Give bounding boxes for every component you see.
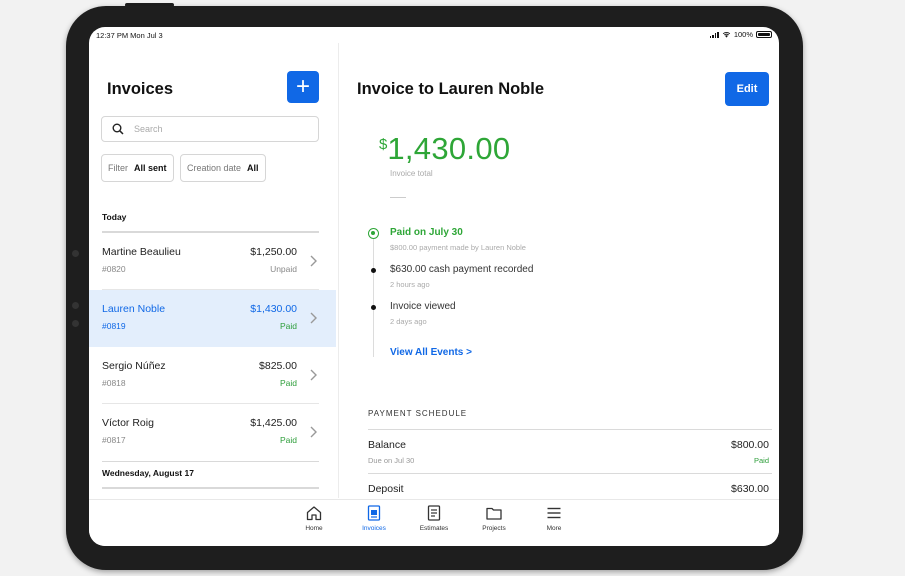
invoice-status: Paid xyxy=(279,321,297,331)
invoice-row[interactable]: Sergio Núñez #0818 $825.00 Paid xyxy=(89,347,336,404)
status-right: 100% xyxy=(709,30,772,39)
add-invoice-button[interactable]: + xyxy=(287,71,319,103)
battery-icon xyxy=(756,31,772,38)
invoice-status: Paid xyxy=(279,378,297,388)
timeline-event-title: $630.00 cash payment recorded xyxy=(390,264,534,275)
tab-label: Home xyxy=(305,525,323,532)
timeline-event-subtitle: 2 hours ago xyxy=(390,280,430,289)
estimate-icon xyxy=(427,505,441,521)
home-icon xyxy=(306,506,322,521)
filter-key: Creation date xyxy=(187,163,242,173)
status-bar: 12:37 PM Mon Jul 3 100% xyxy=(89,27,779,43)
invoice-detail-title: Invoice to Lauren Noble xyxy=(357,80,545,98)
invoice-amount: $1,430.00 xyxy=(250,303,297,315)
app-screen: 12:37 PM Mon Jul 3 100% Invoices + Filte… xyxy=(89,27,779,546)
tab-projects[interactable]: Projects xyxy=(472,504,516,532)
battery-percent: 100% xyxy=(733,30,753,39)
invoice-client-name: Sergio Núñez xyxy=(102,360,166,372)
signal-icon xyxy=(709,31,719,38)
tab-label: Estimates xyxy=(419,525,449,532)
tab-label: Projects xyxy=(482,525,506,532)
invoice-row-selected[interactable]: Lauren Noble #0819 $1,430.00 Paid xyxy=(89,290,336,347)
invoice-number: #0818 xyxy=(102,378,126,388)
invoice-icon xyxy=(367,505,381,521)
invoice-amount: $825.00 xyxy=(259,360,297,372)
invoice-total-label: Invoice total xyxy=(390,169,433,178)
invoice-number: #0817 xyxy=(102,435,126,445)
view-all-events-link[interactable]: View All Events > xyxy=(390,347,472,358)
payment-row-due: Due on Jul 30 xyxy=(368,456,415,465)
payment-row-amount: $630.00 xyxy=(731,483,769,495)
payment-row-name: Deposit xyxy=(368,483,404,495)
timeline-dot-icon xyxy=(371,268,376,273)
timeline-line xyxy=(373,239,374,357)
tablet-sensor xyxy=(72,302,79,309)
tab-estimates[interactable]: Estimates xyxy=(412,504,456,532)
payment-row-amount: $800.00 xyxy=(731,439,769,451)
tablet-sensor xyxy=(72,320,79,327)
tab-more[interactable]: More xyxy=(532,504,576,532)
filter-value: All sent xyxy=(134,163,167,173)
invoice-number: #0820 xyxy=(102,264,126,274)
short-divider xyxy=(390,197,406,198)
chevron-right-icon xyxy=(310,426,317,438)
invoice-status: Paid xyxy=(279,435,297,445)
invoice-row[interactable]: Víctor Roig #0817 $1,425.00 Paid xyxy=(89,404,336,461)
total-value: 1,430.00 xyxy=(387,131,511,166)
invoice-client-name: Lauren Noble xyxy=(102,303,166,315)
section-label-today: Today xyxy=(102,212,127,222)
invoice-amount: $1,425.00 xyxy=(250,417,297,429)
invoices-pane: Invoices + Filter All sent Creation date… xyxy=(89,43,339,498)
menu-icon xyxy=(547,507,561,519)
section-label-date: Wednesday, August 17 xyxy=(102,468,194,478)
payment-row-status: Paid xyxy=(753,456,769,465)
search-box[interactable] xyxy=(101,116,319,142)
tablet-sensor xyxy=(72,250,79,257)
payment-row-name: Balance xyxy=(368,439,406,451)
timeline-event-subtitle: 2 days ago xyxy=(390,317,427,326)
timeline-event-title: Paid on July 30 xyxy=(390,227,463,238)
edit-button[interactable]: Edit xyxy=(725,72,769,106)
status-time: 12:37 PM Mon Jul 3 xyxy=(96,31,163,40)
tab-invoices[interactable]: Invoices xyxy=(352,504,396,532)
filter-value: All xyxy=(247,163,259,173)
timeline-dot-icon xyxy=(371,305,376,310)
filter-key: Filter xyxy=(108,163,128,173)
filter-chip-creation-date[interactable]: Creation date All xyxy=(180,154,266,182)
payment-schedule-label: PAYMENT SCHEDULE xyxy=(368,409,468,418)
invoices-title: Invoices xyxy=(107,80,174,98)
folder-icon xyxy=(486,507,502,520)
search-icon xyxy=(112,123,124,135)
invoice-row[interactable]: Martine Beaulieu #0820 $1,250.00 Unpaid xyxy=(89,233,336,290)
tab-label: More xyxy=(546,525,562,532)
section-divider xyxy=(102,487,319,489)
timeline-event-subtitle: $800.00 payment made by Lauren Noble xyxy=(390,243,526,252)
total-currency: $ xyxy=(379,136,388,153)
invoice-number: #0819 xyxy=(102,321,126,331)
timeline-paid-icon xyxy=(368,228,379,239)
invoice-client-name: Víctor Roig xyxy=(102,417,154,429)
search-input[interactable] xyxy=(134,124,294,134)
invoice-detail-pane: Invoice to Lauren Noble Edit $ 1,430.00 … xyxy=(340,43,779,498)
timeline-event-title: Invoice viewed xyxy=(390,301,456,312)
chevron-right-icon xyxy=(310,255,317,267)
payment-schedule-divider xyxy=(368,429,772,430)
invoice-client-name: Martine Beaulieu xyxy=(102,246,181,258)
filter-chip-status[interactable]: Filter All sent xyxy=(101,154,174,182)
tab-home[interactable]: Home xyxy=(292,504,336,532)
invoice-total: $ 1,430.00 xyxy=(379,131,510,167)
wifi-icon xyxy=(722,32,730,38)
tab-label: Invoices xyxy=(362,525,386,532)
section-divider xyxy=(102,461,319,462)
invoice-status: Unpaid xyxy=(270,264,297,274)
chevron-right-icon xyxy=(310,312,317,324)
bottom-tab-bar: Home Invoices Estimates Projects More xyxy=(89,499,779,546)
chevron-right-icon xyxy=(310,369,317,381)
payment-schedule-divider xyxy=(368,473,772,474)
invoice-amount: $1,250.00 xyxy=(250,246,297,258)
